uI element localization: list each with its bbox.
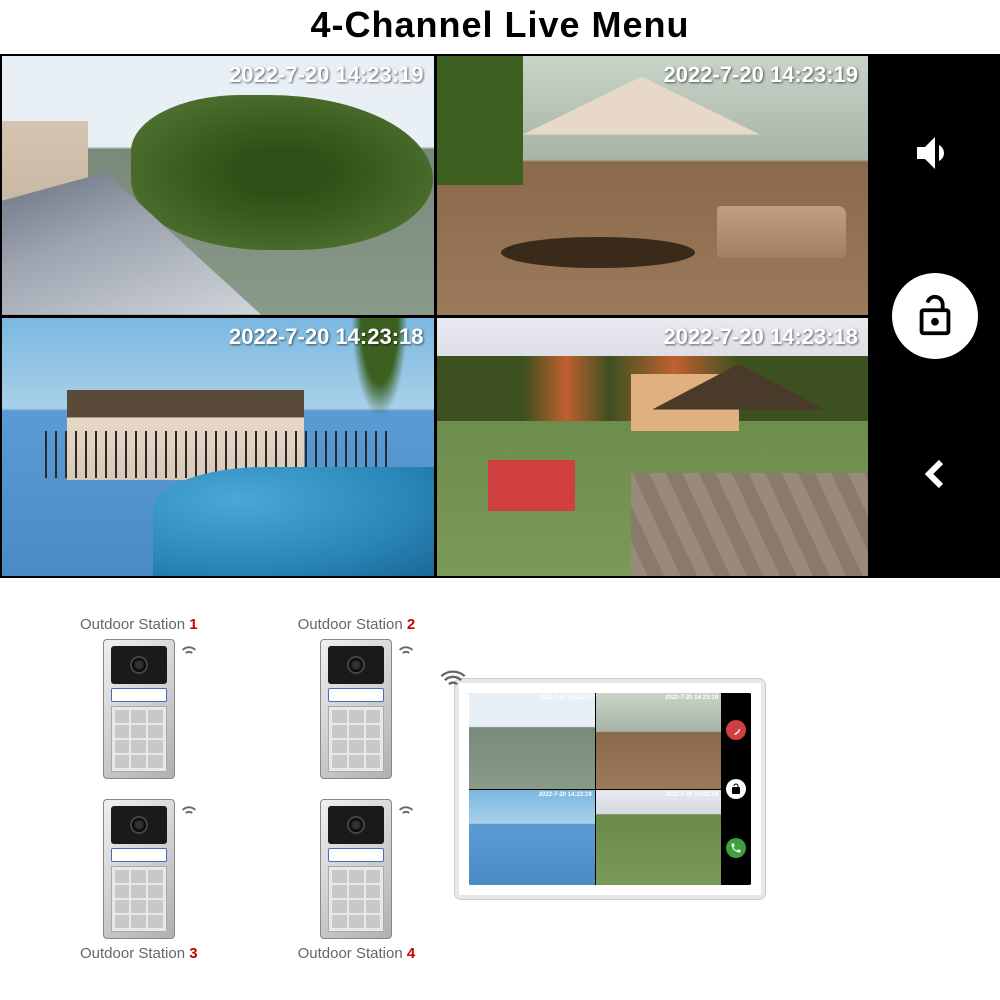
station-label: Outdoor Station 3 [80,945,198,962]
station-label: Outdoor Station 4 [298,945,416,962]
back-button[interactable] [911,450,959,503]
outdoor-station-4: Outdoor Station 4 [298,799,416,962]
camera-grid: 2022-7-20 14:23:19 2022-7-20 14:23:19 20… [0,54,870,578]
unlock-icon [912,293,958,339]
wifi-icon [178,798,200,820]
camera-feed-2[interactable]: 2022-7-20 14:23:19 [437,56,869,315]
wifi-icon [178,638,200,660]
station-device [103,799,175,939]
indoor-monitor: 2022-7-20 14:23:19 2022-7-20 14:23:19 20… [455,679,765,899]
speaker-icon [911,129,959,177]
station-device [320,799,392,939]
control-sidebar [870,54,1000,578]
mini-camera-3: 2022-7-20 14:23:19 [469,790,595,886]
camera-feed-1[interactable]: 2022-7-20 14:23:19 [2,56,434,315]
wifi-icon [439,665,467,693]
live-view-panel: 2022-7-20 14:23:19 2022-7-20 14:23:19 20… [0,54,1000,578]
station-label: Outdoor Station 2 [298,616,416,633]
chevron-left-icon [911,450,959,498]
mini-camera-4: 2022-7-20 14:23:19 [596,790,722,886]
outdoor-station-2: Outdoor Station 2 [298,616,416,779]
page-title: 4-Channel Live Menu [0,0,1000,54]
unlock-button[interactable] [892,273,978,359]
answer-icon [726,838,746,858]
timestamp: 2022-7-20 14:23:19 [664,62,858,88]
timestamp: 2022-7-20 14:23:19 [229,62,423,88]
station-device [320,639,392,779]
station-device [103,639,175,779]
devices-diagram: Outdoor Station 1 Outdoor Station 2 [0,578,1000,1000]
speaker-button[interactable] [911,129,959,182]
timestamp: 2022-7-20 14:23:18 [229,324,423,350]
wifi-icon [395,638,417,660]
mini-camera-2: 2022-7-20 14:23:19 [596,693,722,789]
camera-feed-4[interactable]: 2022-7-20 14:23:18 [437,318,869,577]
wifi-icon [395,798,417,820]
hangup-icon [726,720,746,740]
camera-feed-3[interactable]: 2022-7-20 14:23:18 [2,318,434,577]
mini-camera-1: 2022-7-20 14:23:19 [469,693,595,789]
outdoor-station-1: Outdoor Station 1 [80,616,198,779]
timestamp: 2022-7-20 14:23:18 [664,324,858,350]
outdoor-station-3: Outdoor Station 3 [80,799,198,962]
unlock-icon [726,779,746,799]
station-label: Outdoor Station 1 [80,616,198,633]
